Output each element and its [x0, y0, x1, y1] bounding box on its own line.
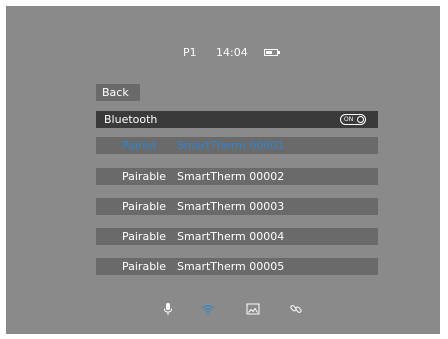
- device-status: Pairable: [122, 230, 167, 243]
- bottom-toolbar: [6, 301, 440, 315]
- wifi-icon[interactable]: [201, 301, 215, 315]
- bluetooth-row[interactable]: Bluetooth ON: [96, 111, 378, 128]
- device-name: SmartTherm 00001: [177, 139, 285, 152]
- battery-icon: [264, 49, 280, 56]
- device-status: Pairable: [122, 170, 167, 183]
- bluetooth-toggle[interactable]: ON: [340, 114, 366, 125]
- device-status: Paired: [122, 139, 156, 152]
- device-row[interactable]: Pairable SmartTherm 00002: [96, 168, 378, 185]
- device-row[interactable]: Pairable SmartTherm 00003: [96, 198, 378, 215]
- device-screen: P1 14:04 Back Bluetooth ON Paired SmartT…: [6, 6, 440, 334]
- battery-fill: [266, 51, 272, 54]
- device-name: SmartTherm 00005: [177, 260, 285, 273]
- device-name: SmartTherm 00004: [177, 230, 285, 243]
- link-icon[interactable]: [289, 301, 303, 315]
- device-status: Pairable: [122, 260, 167, 273]
- back-button[interactable]: Back: [96, 84, 140, 101]
- device-row[interactable]: Paired SmartTherm 00001: [96, 137, 378, 154]
- device-row[interactable]: Pairable SmartTherm 00005: [96, 258, 378, 275]
- toggle-state-text: ON: [344, 116, 354, 123]
- device-status: Pairable: [122, 200, 167, 213]
- device-name: SmartTherm 00003: [177, 200, 285, 213]
- device-row[interactable]: Pairable SmartTherm 00004: [96, 228, 378, 245]
- device-name: SmartTherm 00002: [177, 170, 285, 183]
- toggle-knob: [357, 116, 364, 123]
- page-indicator: P1: [183, 46, 197, 59]
- bluetooth-label: Bluetooth: [104, 113, 158, 126]
- battery-tip: [278, 51, 280, 54]
- clock: 14:04: [216, 46, 248, 59]
- microphone-icon[interactable]: [161, 301, 175, 315]
- image-icon[interactable]: [246, 301, 260, 315]
